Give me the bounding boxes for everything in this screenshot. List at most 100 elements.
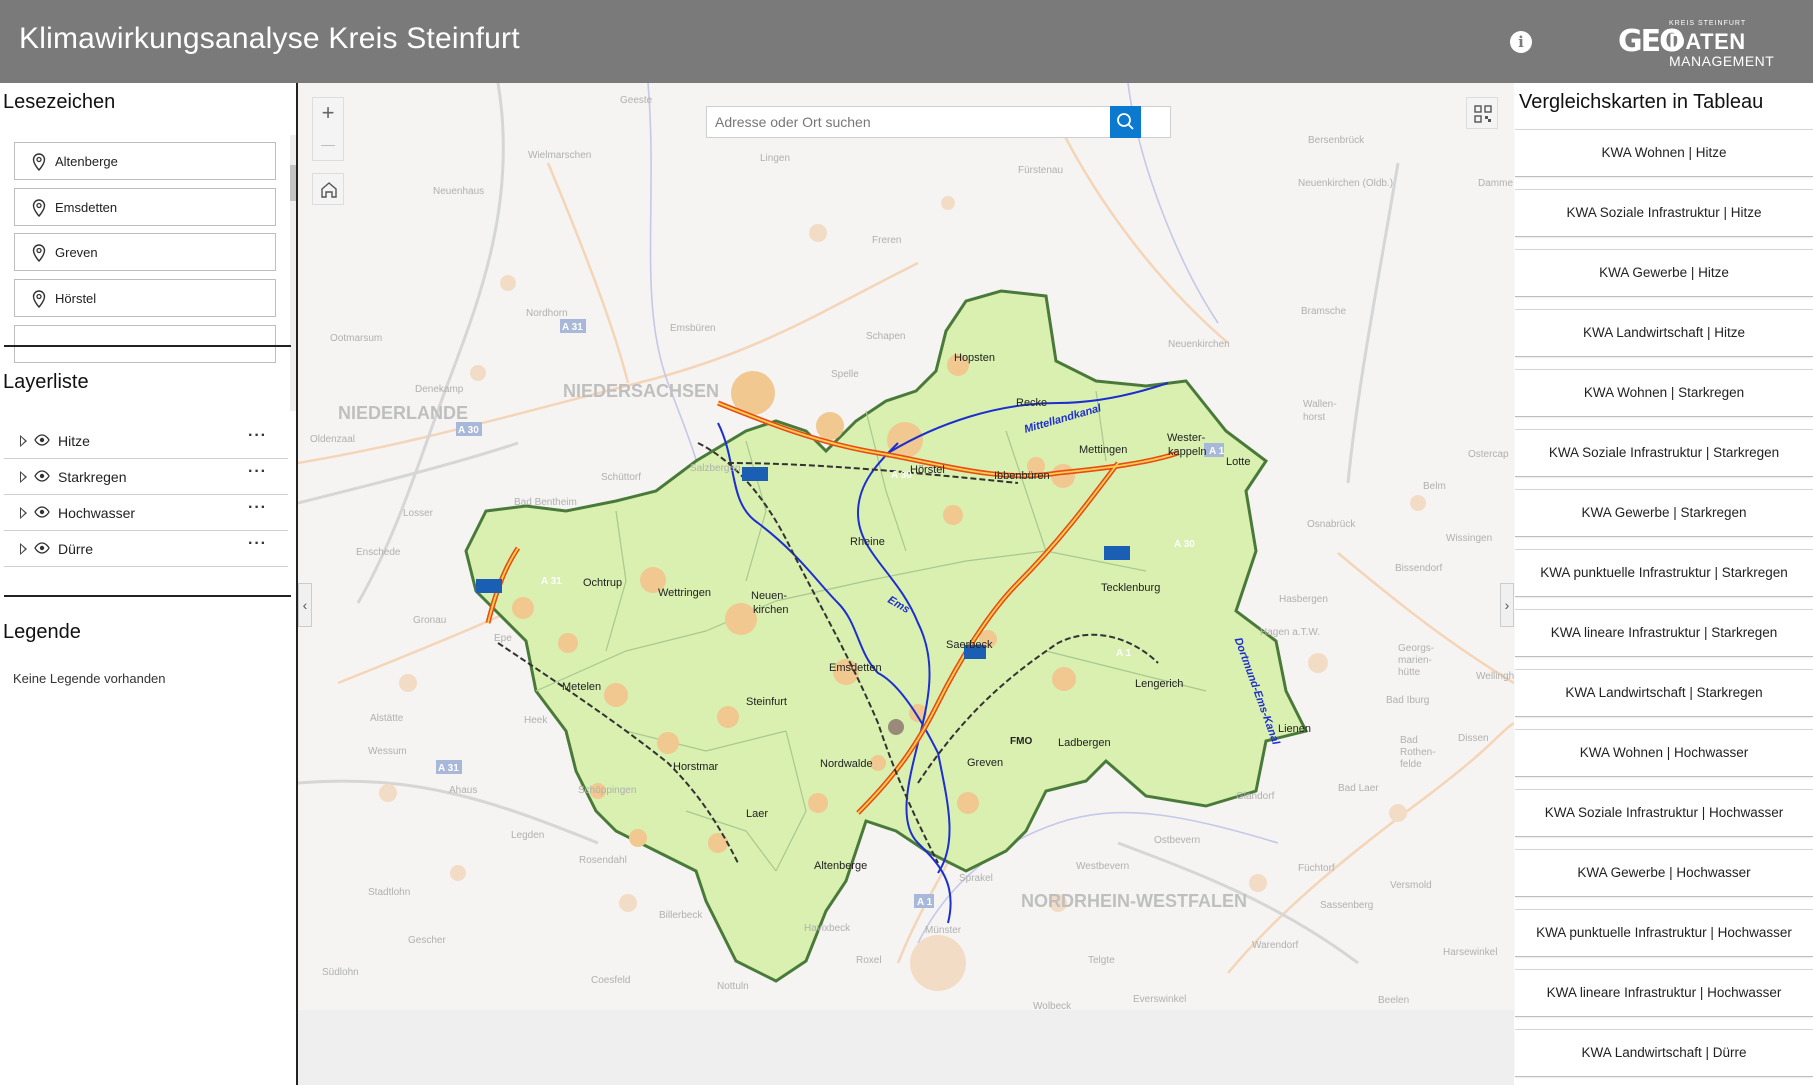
tableau-card[interactable]: KWA Soziale Infrastruktur | Hitze xyxy=(1515,189,1813,237)
tableau-card[interactable]: KWA lineare Infrastruktur | Starkregen xyxy=(1515,609,1813,657)
place-label: felde xyxy=(1400,759,1422,770)
app: Klimawirkungsanalyse Kreis Steinfurt i G… xyxy=(0,0,1813,1085)
geodaten-logo: GEO KREIS STEINFURT DATEN MANAGEMENT xyxy=(1618,18,1774,69)
place-label: Salzbergen xyxy=(690,463,741,474)
place-label: Schöppingen xyxy=(578,785,637,796)
more-options-icon[interactable]: ··· xyxy=(248,463,267,481)
tableau-card[interactable]: KWA Landwirtschaft | Dürre xyxy=(1515,1029,1813,1077)
home-icon xyxy=(321,182,337,198)
map-pin-icon xyxy=(32,244,46,262)
tableau-card[interactable]: KWA Wohnen | Starkregen xyxy=(1515,369,1813,417)
place-label: Stadtlohn xyxy=(368,887,411,898)
place-label: Ostbevern xyxy=(1154,835,1201,846)
place-label: Damme xyxy=(1478,178,1514,189)
bookmark-item[interactable]: Altenberge xyxy=(14,142,276,180)
zoom-out-button[interactable]: — xyxy=(313,129,343,160)
right-panel: Vergleichskarten in Tableau KWA Wohnen |… xyxy=(1514,83,1813,1085)
expand-caret-icon[interactable] xyxy=(20,507,27,519)
app-header: Klimawirkungsanalyse Kreis Steinfurt i G… xyxy=(0,0,1813,83)
place-label: Nottuln xyxy=(717,981,749,992)
more-options-icon[interactable]: ··· xyxy=(248,427,267,445)
place-label: Enschede xyxy=(356,547,401,558)
place-label: Wessum xyxy=(368,746,407,757)
place-label: Beelen xyxy=(1378,995,1410,1006)
bookmark-scrollbar[interactable] xyxy=(290,135,296,411)
eye-icon[interactable] xyxy=(34,542,50,554)
place-label: Oldenzaal xyxy=(310,434,356,445)
eye-icon[interactable] xyxy=(34,506,50,518)
map-view[interactable]: NIEDERLANDE NIEDERSACHSEN NORDRHEIN-WEST… xyxy=(298,83,1514,1010)
tableau-card[interactable]: KWA punktuelle Infrastruktur | Starkrege… xyxy=(1515,549,1813,597)
scrollbar-thumb[interactable] xyxy=(290,165,296,201)
tableau-card[interactable]: KWA Wohnen | Hochwasser xyxy=(1515,729,1813,777)
info-icon[interactable]: i xyxy=(1510,31,1532,53)
layer-item-starkregen[interactable]: Starkregen ··· xyxy=(4,459,288,495)
place-label: Füchtorf xyxy=(1298,863,1335,874)
place-label: Heek xyxy=(524,715,548,726)
place-label: Glandorf xyxy=(1236,791,1275,802)
eye-icon[interactable] xyxy=(34,470,50,482)
place-label: Geeste xyxy=(620,95,653,106)
search-input[interactable] xyxy=(707,107,1109,137)
place-label: Münster xyxy=(925,925,962,936)
place-label: Spelle xyxy=(831,369,859,380)
expand-right-panel-button[interactable]: › xyxy=(1500,583,1514,627)
layer-item-hochwasser[interactable]: Hochwasser ··· xyxy=(4,495,288,531)
tableau-card[interactable]: KWA Soziale Infrastruktur | Starkregen xyxy=(1515,429,1813,477)
expand-caret-icon[interactable] xyxy=(20,471,27,483)
tableau-card[interactable]: KWA Gewerbe | Starkregen xyxy=(1515,489,1813,537)
more-options-icon[interactable]: ··· xyxy=(248,499,267,517)
expand-caret-icon[interactable] xyxy=(20,543,27,555)
tableau-card[interactable]: KWA Landwirtschaft | Hitze xyxy=(1515,309,1813,357)
tableau-card[interactable]: KWA Soziale Infrastruktur | Hochwasser xyxy=(1515,789,1813,837)
home-button[interactable] xyxy=(312,173,344,205)
place-label: Bissendorf xyxy=(1395,563,1443,574)
place-label: Coesfeld xyxy=(591,975,631,986)
bookmark-item[interactable]: Emsdetten xyxy=(14,188,276,226)
bookmark-item-partial[interactable] xyxy=(14,325,276,363)
layer-item-hitze[interactable]: Hitze ··· xyxy=(4,423,288,459)
tableau-card[interactable]: KWA Gewerbe | Hitze xyxy=(1515,249,1813,297)
zoom-in-button[interactable]: + xyxy=(313,98,343,129)
bookmark-label: Emsdetten xyxy=(55,200,118,215)
tableau-card[interactable]: KWA punktuelle Infrastruktur | Hochwasse… xyxy=(1515,909,1813,957)
place-label: Epe xyxy=(494,633,512,644)
section-divider xyxy=(4,345,291,347)
bookmark-list[interactable]: Altenberge Emsdetten Greven Hörstel xyxy=(0,133,292,411)
bookmark-item[interactable]: Greven xyxy=(14,233,276,271)
place-label: Bersenbrück xyxy=(1308,135,1365,146)
place-label: Freren xyxy=(872,235,902,246)
logo-kreis: KREIS STEINFURT xyxy=(1669,20,1747,27)
place-label: horst xyxy=(1303,412,1326,423)
search-button[interactable] xyxy=(1110,106,1141,138)
bookmark-item[interactable]: Hörstel xyxy=(14,279,276,317)
place-label: Ootmarsum xyxy=(330,333,383,344)
zoom-control: + — xyxy=(312,97,344,161)
qr-code-button[interactable] xyxy=(1466,97,1498,129)
layer-item-duerre[interactable]: Dürre ··· xyxy=(4,531,288,567)
place-label: marien- xyxy=(1398,655,1432,666)
tableau-card[interactable]: KWA Wohnen | Hitze xyxy=(1515,129,1813,177)
place-label: Telgte xyxy=(1088,955,1115,966)
legend-empty-text: Keine Legende vorhanden xyxy=(13,671,166,686)
expand-caret-icon[interactable] xyxy=(20,435,27,447)
more-options-icon[interactable]: ··· xyxy=(248,535,267,553)
place-label: Losser xyxy=(403,508,434,519)
place-label: Wallen- xyxy=(1303,399,1337,410)
place-label: Alstätte xyxy=(370,713,404,724)
place-label: Wielmarschen xyxy=(528,150,592,161)
place-label: Neuenhaus xyxy=(433,186,485,197)
tableau-card[interactable]: KWA Gewerbe | Hochwasser xyxy=(1515,849,1813,897)
place-label: hütte xyxy=(1398,667,1421,678)
tableau-card[interactable]: KWA Landwirtschaft | Starkregen xyxy=(1515,669,1813,717)
tableau-card[interactable]: KWA lineare Infrastruktur | Hochwasser xyxy=(1515,969,1813,1017)
place-label: Dissen xyxy=(1458,733,1489,744)
app-title: Klimawirkungsanalyse Kreis Steinfurt xyxy=(19,22,520,55)
layer-name: Dürre xyxy=(58,541,94,557)
place-label: Legden xyxy=(511,830,545,841)
collapse-left-panel-button[interactable]: ‹ xyxy=(298,583,312,627)
place-label: Emsbüren xyxy=(670,323,716,334)
eye-icon[interactable] xyxy=(34,434,50,446)
place-label: Denekamp xyxy=(415,384,464,395)
bookmark-label: Hörstel xyxy=(55,291,97,306)
